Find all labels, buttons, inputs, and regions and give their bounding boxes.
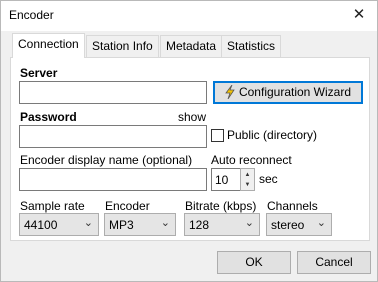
encoder-select[interactable]: MP3 ⌄ (104, 213, 176, 236)
spin-down-icon[interactable]: ▼ (241, 180, 254, 190)
channels-value: stereo (271, 218, 305, 232)
sample-rate-value: 44100 (24, 218, 58, 232)
chevron-down-icon: ⌄ (160, 217, 170, 229)
tab-connection[interactable]: Connection (12, 33, 85, 58)
tab-statistics[interactable]: Statistics (221, 35, 282, 57)
spin-up-icon[interactable]: ▲ (241, 170, 254, 180)
display-name-input[interactable] (19, 168, 207, 191)
auto-reconnect-input[interactable]: 10 (211, 168, 241, 191)
public-checkbox[interactable] (211, 129, 224, 142)
auto-reconnect-unit: sec (259, 172, 278, 186)
channels-select[interactable]: stereo ⌄ (266, 213, 332, 236)
server-input[interactable] (19, 81, 207, 104)
encoder-value: MP3 (109, 218, 134, 232)
bitrate-value: 128 (189, 218, 210, 232)
cancel-button[interactable]: Cancel (297, 251, 371, 274)
auto-reconnect-label: Auto reconnect (211, 153, 292, 167)
close-icon: ✕ (352, 6, 366, 23)
bitrate-select[interactable]: 128 ⌄ (184, 213, 260, 236)
server-label: Server (20, 66, 58, 80)
auto-reconnect-spinner[interactable]: ▲ ▼ (240, 168, 255, 191)
bitrate-label: Bitrate (kbps) (185, 199, 257, 213)
configuration-wizard-label: Configuration Wizard (238, 85, 352, 99)
display-name-label: Encoder display name (optional) (20, 153, 193, 167)
chevron-down-icon: ⌄ (83, 217, 93, 229)
auto-reconnect-value: 10 (215, 173, 229, 187)
encoder-dialog: Encoder ✕ Connection Station Info Metada… (0, 0, 378, 282)
chevron-down-icon: ⌄ (244, 217, 254, 229)
password-input[interactable] (19, 125, 207, 148)
configuration-wizard-button[interactable]: Configuration Wizard (213, 81, 363, 104)
tab-station-info[interactable]: Station Info (86, 35, 159, 57)
close-button[interactable]: ✕ (347, 4, 371, 26)
show-password-link[interactable]: show (178, 110, 206, 124)
encoder-label: Encoder (105, 199, 150, 213)
lightning-icon (225, 85, 235, 99)
sample-rate-label: Sample rate (20, 199, 85, 213)
channels-label: Channels (267, 199, 318, 213)
window-title: Encoder (9, 8, 54, 22)
connection-panel: Server Configuration Wizard Password sho… (10, 57, 370, 241)
title-bar: Encoder ✕ (1, 1, 377, 31)
sample-rate-select[interactable]: 44100 ⌄ (19, 213, 99, 236)
password-label: Password (20, 110, 77, 124)
ok-button[interactable]: OK (217, 251, 291, 274)
public-label: Public (directory) (227, 128, 318, 142)
chevron-down-icon: ⌄ (316, 217, 326, 229)
tab-metadata[interactable]: Metadata (160, 35, 223, 57)
